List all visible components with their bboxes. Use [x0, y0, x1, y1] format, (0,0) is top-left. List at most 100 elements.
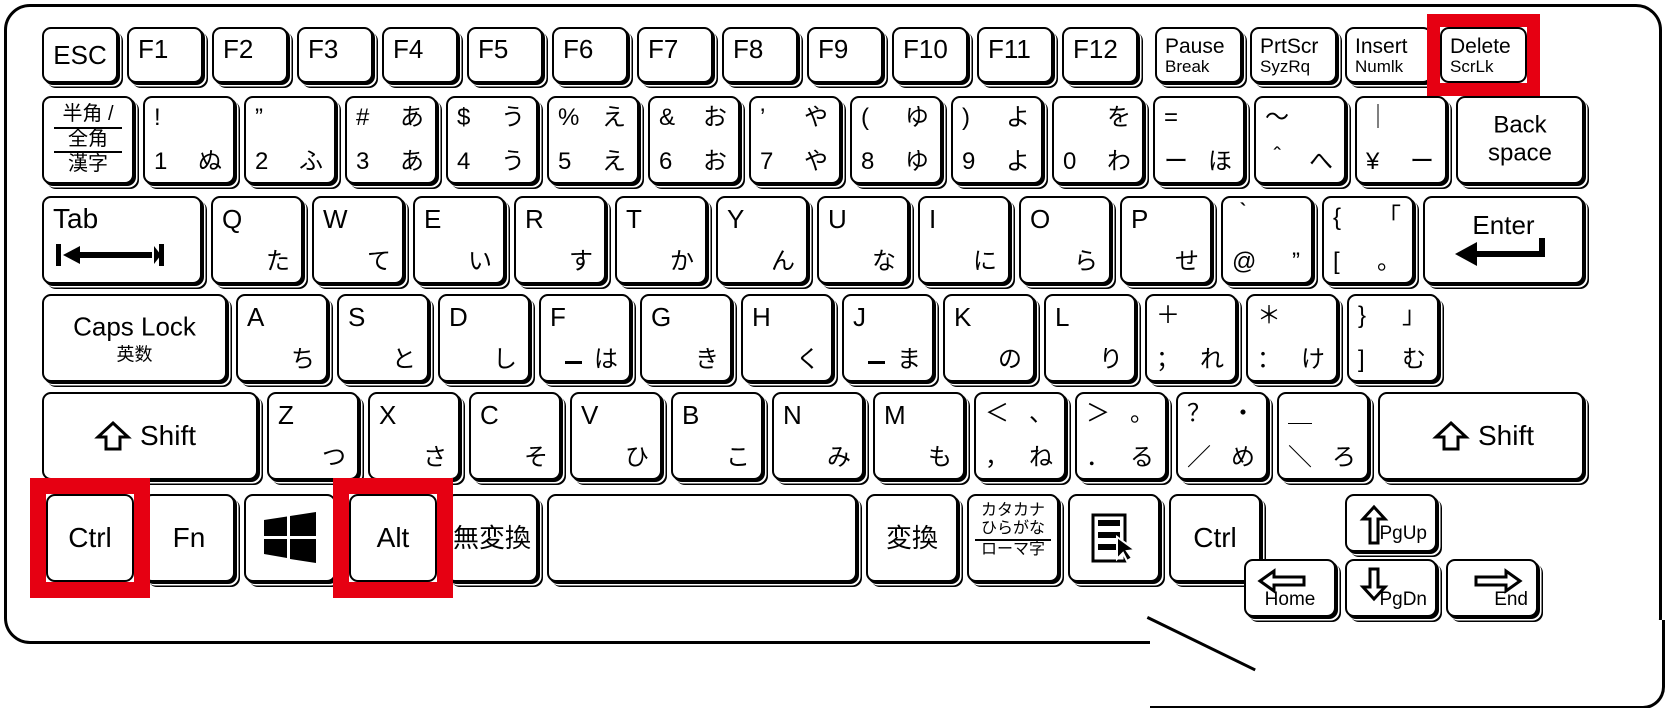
key-f10[interactable]: F10	[892, 27, 968, 83]
key-q-label: Q	[222, 204, 243, 234]
key-prtscr[interactable]: PrtScr SyzRq	[1250, 27, 1337, 83]
key-e[interactable]: E い	[413, 196, 505, 284]
key-f9[interactable]: F9	[807, 27, 883, 83]
key-t[interactable]: T か	[615, 196, 707, 284]
key-caret[interactable]: ～ ＾ へ	[1254, 96, 1346, 184]
key-caps-lock[interactable]: Caps Lock 英数	[42, 294, 227, 382]
key-a[interactable]: A ち	[236, 294, 328, 382]
key-f4[interactable]: F4	[382, 27, 458, 83]
key-z[interactable]: Z つ	[267, 392, 359, 480]
key-q[interactable]: Q た	[211, 196, 303, 284]
key-9[interactable]: ) よ 9 よ	[951, 96, 1043, 184]
key-shift-left-label: Shift	[140, 420, 197, 451]
key-enter[interactable]: Enter	[1423, 196, 1584, 284]
key-8[interactable]: ( ゆ 8 ゆ	[850, 96, 942, 184]
key-k[interactable]: K の	[943, 294, 1035, 382]
key-l[interactable]: L り	[1044, 294, 1136, 382]
key-f7[interactable]: F7	[637, 27, 713, 83]
key-f[interactable]: F は	[539, 294, 631, 382]
key-j[interactable]: J ま	[842, 294, 934, 382]
key-m[interactable]: M も	[873, 392, 965, 480]
key-slash[interactable]: ？ ・ ／ め	[1176, 392, 1268, 480]
key-n[interactable]: N み	[772, 392, 864, 480]
key-colon[interactable]: ＊ ： け	[1246, 294, 1338, 382]
key-context-menu[interactable]	[1068, 494, 1160, 582]
key-space[interactable]	[547, 494, 857, 582]
key-y-label: Y	[727, 204, 745, 234]
key-b-label: B	[682, 400, 700, 430]
key-arrow-up[interactable]: PgUp	[1345, 494, 1437, 552]
key-f1[interactable]: F1	[127, 27, 203, 83]
key-f12[interactable]: F12	[1062, 27, 1138, 83]
key-d[interactable]: D し	[438, 294, 530, 382]
key-5-kana-shift: え	[602, 104, 626, 131]
key-f6[interactable]: F6	[552, 27, 628, 83]
key-hyphen[interactable]: = ー ほ	[1153, 96, 1245, 184]
key-h[interactable]: H く	[741, 294, 833, 382]
key-f8[interactable]: F8	[722, 27, 798, 83]
key-y[interactable]: Y ん	[716, 196, 808, 284]
key-i[interactable]: I に	[918, 196, 1010, 284]
key-1[interactable]: ! 1 ぬ	[143, 96, 235, 184]
key-windows[interactable]	[244, 494, 336, 582]
key-7-kana-shift: や	[804, 104, 828, 131]
key-shift-left[interactable]: Shift	[42, 392, 258, 480]
key-insert-label: Insert	[1355, 35, 1408, 58]
key-bracket-left[interactable]: { 「 [ 。	[1322, 196, 1414, 284]
key-period[interactable]: ＞ 。 ． る	[1075, 392, 1167, 480]
key-g[interactable]: G き	[640, 294, 732, 382]
key-b[interactable]: B こ	[671, 392, 763, 480]
key-esc[interactable]: ESC	[42, 27, 118, 83]
key-o-kana: ら	[1074, 248, 1098, 275]
key-arrow-left[interactable]: Home	[1244, 559, 1336, 617]
key-4[interactable]: $ う 4 う	[446, 96, 538, 184]
key-katakana-hiragana[interactable]: カタカナ ひらがな ローマ字	[967, 494, 1059, 582]
key-at[interactable]: ｀ @ ”	[1221, 196, 1313, 284]
key-backspace[interactable]: Back space	[1456, 96, 1584, 184]
key-backslash[interactable]: ＿ ＼ ろ	[1277, 392, 1369, 480]
key-f3[interactable]: F3	[297, 27, 373, 83]
key-arrow-right[interactable]: End	[1446, 559, 1538, 617]
key-r[interactable]: R す	[514, 196, 606, 284]
key-muhenkan[interactable]: 無変換	[446, 494, 538, 582]
key-7-shift: ’	[760, 104, 766, 131]
key-v[interactable]: V ひ	[570, 392, 662, 480]
key-backspace-lines: Back space	[1458, 112, 1582, 169]
key-comma-kana: ね	[1029, 444, 1053, 471]
key-hankaku-zenkaku[interactable]: 半角 / 全角 漢字	[42, 96, 134, 184]
key-6[interactable]: & お 6 お	[648, 96, 740, 184]
key-e-kana: い	[468, 248, 492, 275]
key-f5[interactable]: F5	[467, 27, 543, 83]
key-p[interactable]: P せ	[1120, 196, 1212, 284]
key-yen[interactable]: ｜ ¥ ー	[1355, 96, 1447, 184]
key-bracket-right[interactable]: } 」 ] む	[1347, 294, 1439, 382]
key-6-shift: &	[659, 104, 676, 131]
key-pause[interactable]: Pause Break	[1155, 27, 1242, 83]
key-comma[interactable]: ＜ 、 ， ね	[974, 392, 1066, 480]
key-3[interactable]: # あ 3 あ	[345, 96, 437, 184]
key-c[interactable]: C そ	[469, 392, 561, 480]
key-henkan[interactable]: 変換	[866, 494, 958, 582]
key-arrow-down[interactable]: PgDn	[1345, 559, 1437, 617]
key-u[interactable]: U な	[817, 196, 909, 284]
key-z-label: Z	[278, 400, 294, 430]
key-2-kana: ふ	[299, 148, 323, 175]
key-2[interactable]: ” 2 ふ	[244, 96, 336, 184]
key-f2[interactable]: F2	[212, 27, 288, 83]
key-tab[interactable]: Tab	[42, 196, 202, 284]
key-p-label: P	[1131, 204, 1149, 234]
key-5[interactable]: % え 5 え	[547, 96, 639, 184]
key-shift-right[interactable]: Shift	[1378, 392, 1584, 480]
key-f11[interactable]: F11	[977, 27, 1053, 83]
key-7[interactable]: ’ や 7 や	[749, 96, 841, 184]
key-semicolon[interactable]: ＋ ； れ	[1145, 294, 1237, 382]
key-c-kana: そ	[524, 444, 548, 471]
key-w[interactable]: W て	[312, 196, 404, 284]
key-0[interactable]: を 0 わ	[1052, 96, 1144, 184]
key-insert[interactable]: Insert Numlk	[1345, 27, 1432, 83]
key-fn[interactable]: Fn	[143, 494, 235, 582]
key-arrow-left-sublabel: Home	[1264, 589, 1316, 610]
key-x[interactable]: X さ	[368, 392, 460, 480]
key-s[interactable]: S と	[337, 294, 429, 382]
key-o[interactable]: O ら	[1019, 196, 1111, 284]
